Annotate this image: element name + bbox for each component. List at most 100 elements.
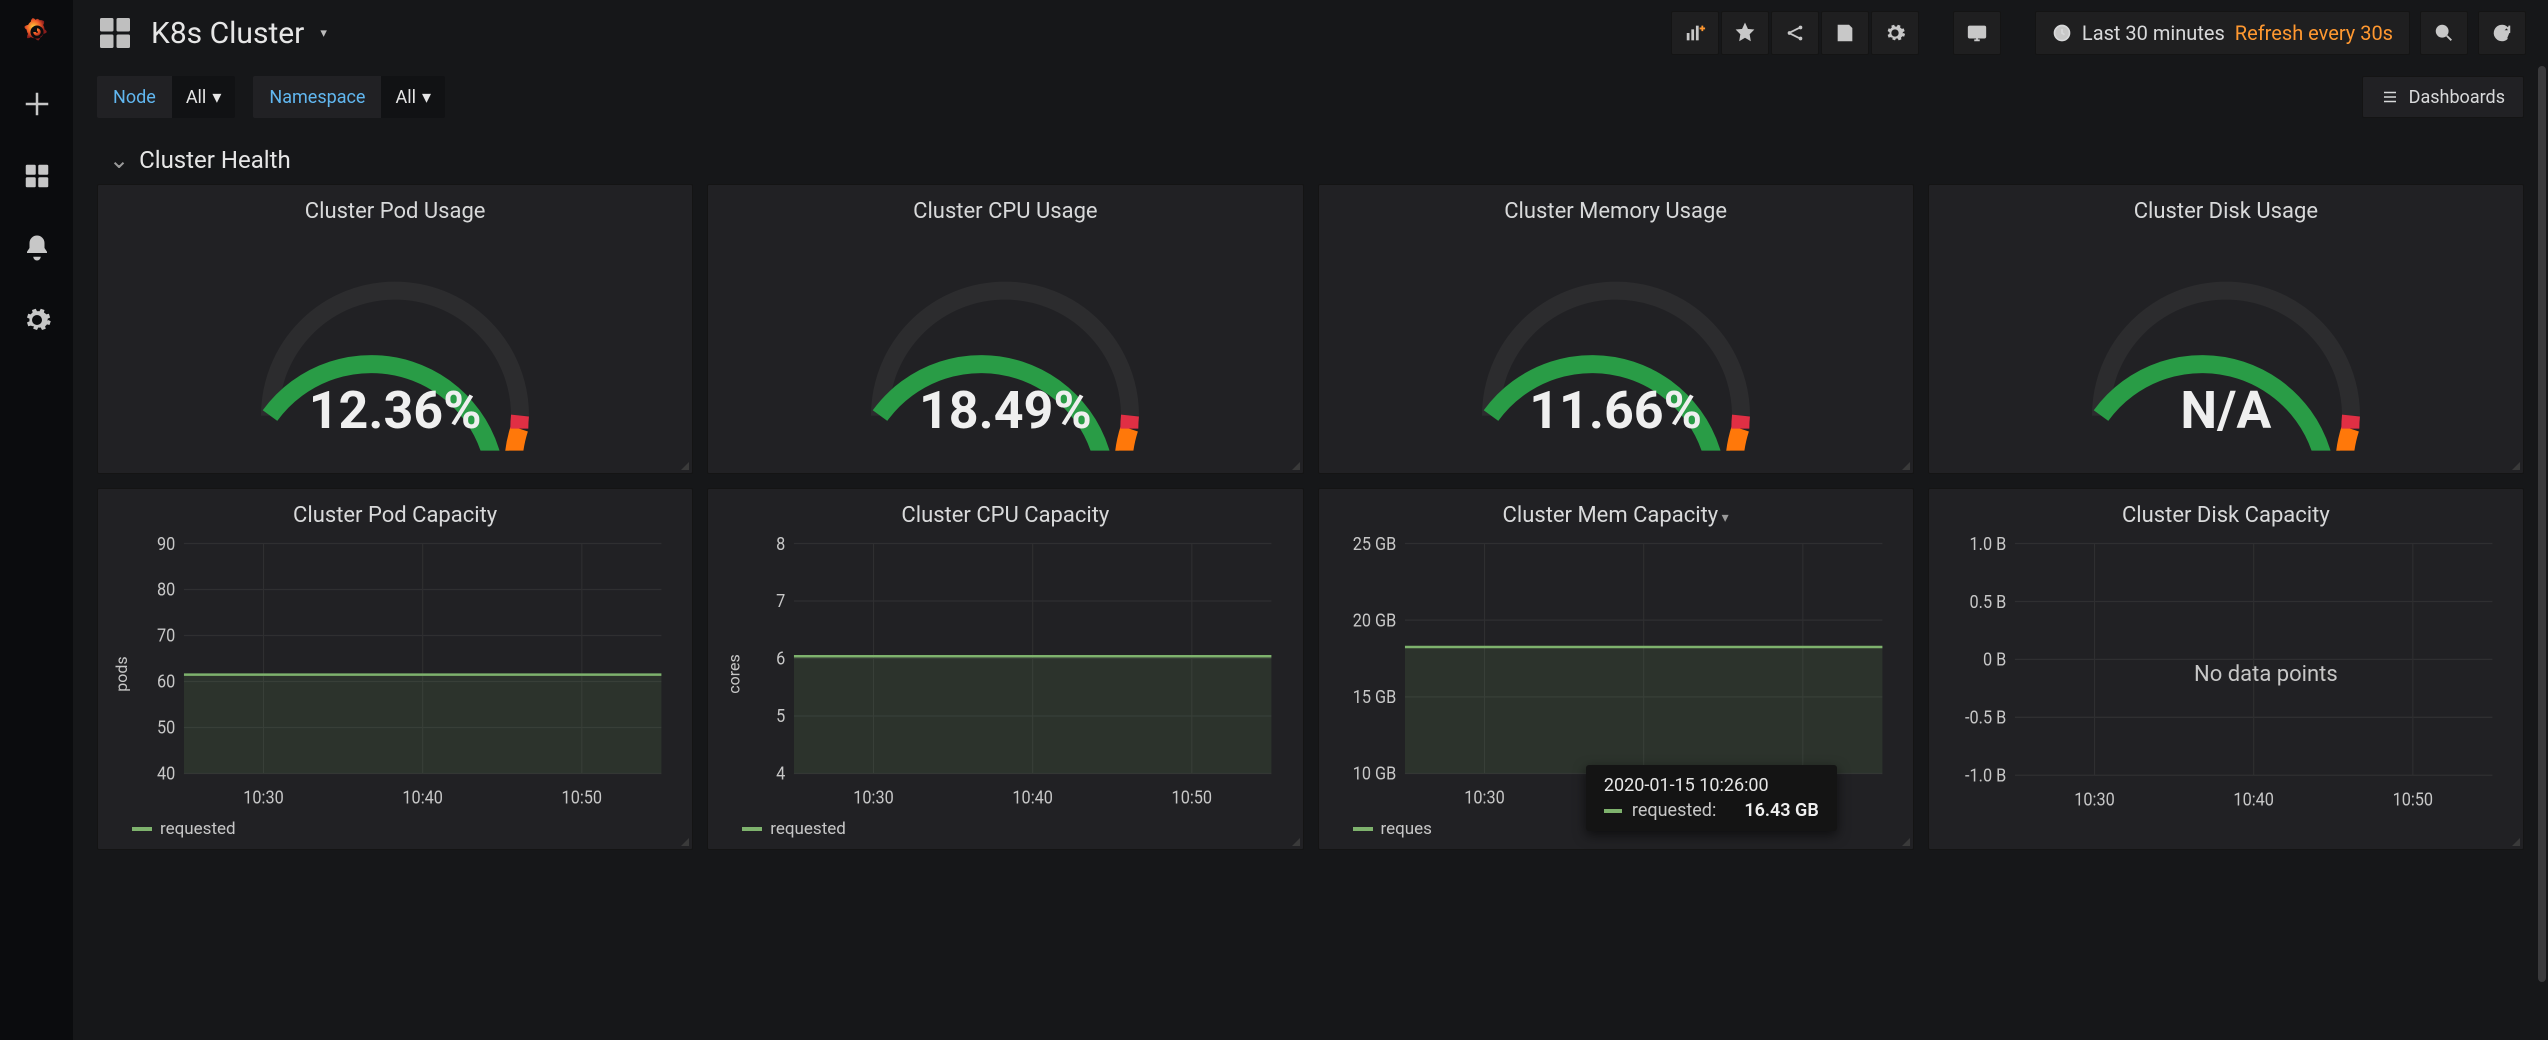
legend[interactable]: requested bbox=[708, 813, 1302, 849]
chevron-down-icon: ⌄ bbox=[109, 146, 129, 174]
svg-text:10:50: 10:50 bbox=[562, 787, 603, 808]
gauge-panel[interactable]: Cluster CPU Usage 18.49% bbox=[707, 184, 1303, 474]
variable-value-dropdown[interactable]: All▾ bbox=[381, 76, 445, 118]
panel-title[interactable]: Cluster Disk Capacity bbox=[1929, 489, 2523, 534]
svg-text:15 GB: 15 GB bbox=[1352, 687, 1396, 708]
resize-handle[interactable] bbox=[2512, 462, 2520, 470]
add-panel-button[interactable] bbox=[1671, 11, 1719, 55]
scrollbar[interactable] bbox=[2538, 66, 2546, 1040]
share-button[interactable] bbox=[1771, 11, 1819, 55]
gauge: 12.36% bbox=[98, 230, 692, 473]
panel-title: Cluster Pod Usage bbox=[98, 185, 692, 230]
gauge-panel[interactable]: Cluster Memory Usage 11.66% bbox=[1318, 184, 1914, 474]
save-button[interactable] bbox=[1821, 11, 1869, 55]
svg-text:20 GB: 20 GB bbox=[1352, 610, 1396, 631]
svg-text:60: 60 bbox=[157, 672, 175, 693]
star-button[interactable] bbox=[1721, 11, 1769, 55]
row-title: Cluster Health bbox=[139, 146, 291, 174]
chart-panel[interactable]: Cluster Disk Capacity1.0 B0.5 B0 B-0.5 B… bbox=[1928, 488, 2524, 850]
settings-button[interactable] bbox=[1871, 11, 1919, 55]
resize-handle[interactable] bbox=[681, 838, 689, 846]
resize-handle[interactable] bbox=[1292, 462, 1300, 470]
gauge-panel[interactable]: Cluster Disk Usage N/A bbox=[1928, 184, 2524, 474]
gauge-value: 12.36% bbox=[98, 380, 692, 441]
svg-text:10:30: 10:30 bbox=[854, 787, 895, 808]
grafana-logo[interactable] bbox=[15, 10, 59, 54]
chart-tooltip: 2020-01-15 10:26:00 requested: 16.43 GB bbox=[1586, 765, 1837, 831]
chart-body: pods90807060504010:3010:4010:50 bbox=[98, 534, 692, 813]
no-data-label: No data points bbox=[1929, 534, 2523, 815]
gauge-value: N/A bbox=[1929, 380, 2523, 441]
y-axis-label: cores bbox=[725, 654, 744, 694]
svg-text:10 GB: 10 GB bbox=[1352, 764, 1396, 785]
svg-text:5: 5 bbox=[776, 706, 785, 727]
resize-handle[interactable] bbox=[1902, 462, 1910, 470]
panel-title: Cluster Disk Usage bbox=[1929, 185, 2523, 230]
svg-text:25 GB: 25 GB bbox=[1352, 536, 1396, 555]
chart-panel[interactable]: Cluster Pod Capacitypods90807060504010:3… bbox=[97, 488, 693, 850]
panel-title[interactable]: Cluster CPU Capacity bbox=[708, 489, 1302, 534]
chevron-down-icon: ▾ bbox=[212, 87, 221, 108]
panel-title[interactable]: Cluster Mem Capacity bbox=[1319, 489, 1913, 534]
time-range-picker[interactable]: Last 30 minutes Refresh every 30s bbox=[2035, 11, 2410, 55]
gauge-value: 18.49% bbox=[708, 380, 1302, 441]
dashboard-title[interactable]: K8s Cluster bbox=[151, 16, 304, 51]
zoom-out-button[interactable] bbox=[2420, 11, 2468, 55]
chart-panel[interactable]: Cluster CPU Capacitycores8765410:3010:40… bbox=[707, 488, 1303, 850]
legend-swatch bbox=[132, 827, 152, 831]
chevron-down-icon[interactable]: ▾ bbox=[320, 26, 327, 41]
tooltip-swatch bbox=[1604, 809, 1622, 813]
legend-label: reques bbox=[1381, 819, 1432, 839]
variable-label: Node bbox=[97, 76, 172, 118]
variable-namespace: Namespace All▾ bbox=[253, 76, 445, 118]
svg-text:8: 8 bbox=[776, 536, 785, 555]
svg-text:10:40: 10:40 bbox=[402, 787, 443, 808]
chart-panel[interactable]: Cluster Mem Capacity 25 GB 20 GB 15 GB 10 GB… bbox=[1318, 488, 1914, 850]
tooltip-value: 16.43 GB bbox=[1744, 800, 1818, 821]
resize-handle[interactable] bbox=[681, 462, 689, 470]
gauge-value: 11.66% bbox=[1319, 380, 1913, 441]
gauge: N/A bbox=[1929, 230, 2523, 473]
svg-text:10:30: 10:30 bbox=[1464, 787, 1505, 808]
resize-handle[interactable] bbox=[1292, 838, 1300, 846]
row-header[interactable]: ⌄ Cluster Health bbox=[73, 118, 2548, 184]
variable-label: Namespace bbox=[253, 76, 381, 118]
svg-text:4: 4 bbox=[776, 764, 785, 785]
tooltip-series: requested: bbox=[1632, 800, 1716, 821]
variable-value-dropdown[interactable]: All▾ bbox=[172, 76, 236, 118]
refresh-button[interactable] bbox=[2478, 11, 2526, 55]
time-range-label: Last 30 minutes bbox=[2082, 21, 2225, 45]
legend-label: requested bbox=[770, 819, 846, 839]
legend[interactable]: requested bbox=[98, 813, 692, 849]
chart-body: 1.0 B0.5 B0 B-0.5 B-1.0 B10:3010:4010:50… bbox=[1929, 534, 2523, 815]
svg-text:50: 50 bbox=[157, 718, 175, 739]
gauge-panel[interactable]: Cluster Pod Usage 12.36% bbox=[97, 184, 693, 474]
panel-title[interactable]: Cluster Pod Capacity bbox=[98, 489, 692, 534]
svg-text:70: 70 bbox=[157, 626, 175, 647]
legend-label: requested bbox=[160, 819, 236, 839]
panel-title: Cluster CPU Usage bbox=[708, 185, 1302, 230]
top-nav: K8s Cluster ▾ Last 30 minutes Refresh ev… bbox=[73, 0, 2548, 66]
svg-text:80: 80 bbox=[157, 580, 175, 601]
chart-body: cores8765410:3010:4010:50 bbox=[708, 534, 1302, 813]
variable-bar: Node All▾ Namespace All▾ Dashboards bbox=[73, 66, 2548, 118]
legend-swatch bbox=[1353, 827, 1373, 831]
svg-text:10:30: 10:30 bbox=[243, 787, 284, 808]
resize-handle[interactable] bbox=[2512, 838, 2520, 846]
svg-text:7: 7 bbox=[776, 591, 785, 612]
y-axis-label: pods bbox=[112, 656, 131, 691]
legend-swatch bbox=[742, 827, 762, 831]
dashboards-link[interactable]: Dashboards bbox=[2362, 76, 2524, 118]
refresh-interval-label: Refresh every 30s bbox=[2235, 21, 2393, 45]
svg-text:6: 6 bbox=[776, 649, 785, 670]
dashboards-icon[interactable] bbox=[15, 154, 59, 198]
gauge: 11.66% bbox=[1319, 230, 1913, 473]
svg-text:40: 40 bbox=[157, 764, 175, 785]
resize-handle[interactable] bbox=[1902, 838, 1910, 846]
cycle-view-button[interactable] bbox=[1953, 11, 2001, 55]
plus-icon[interactable] bbox=[15, 82, 59, 126]
side-rail bbox=[0, 0, 73, 1040]
dashboard-grid-icon[interactable] bbox=[97, 15, 133, 51]
bell-icon[interactable] bbox=[15, 226, 59, 270]
gear-icon[interactable] bbox=[15, 298, 59, 342]
